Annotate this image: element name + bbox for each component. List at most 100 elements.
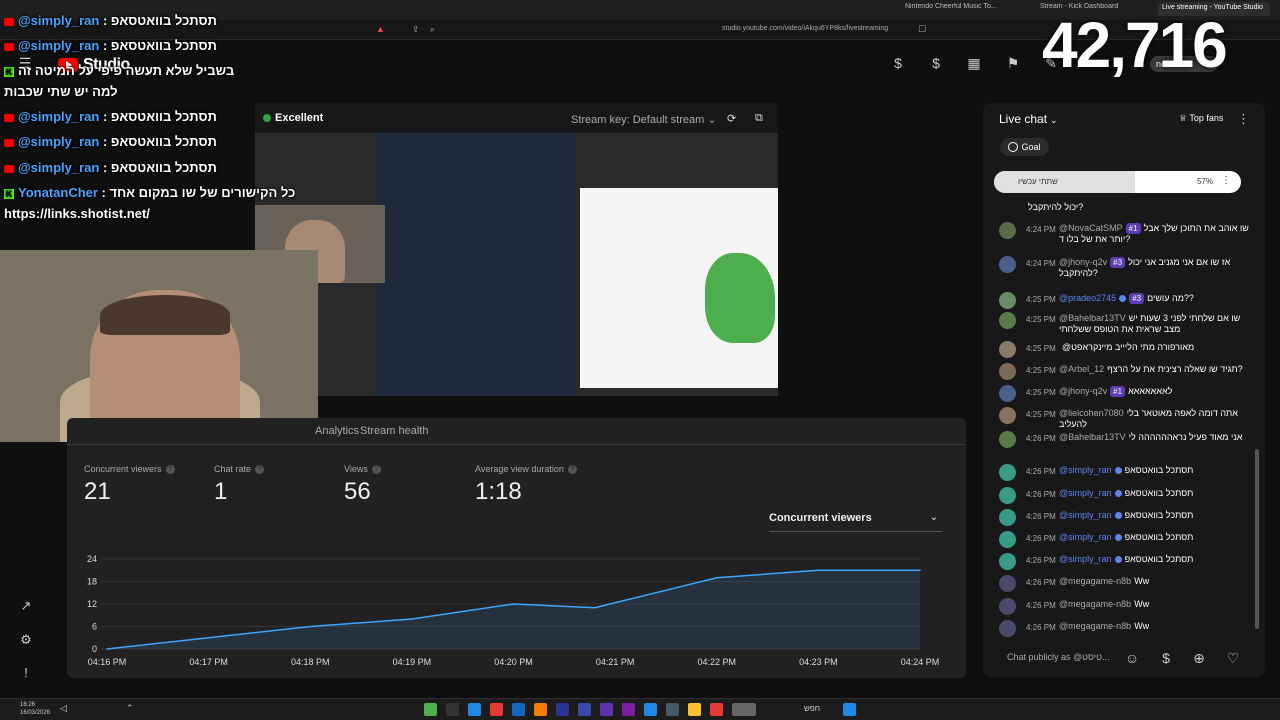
add-icon[interactable]: ⊕ <box>1190 649 1208 667</box>
more-options-icon[interactable]: ⋮ <box>1221 175 1231 186</box>
avatar[interactable] <box>999 487 1016 504</box>
taskbar-app-icon[interactable] <box>446 703 459 716</box>
avatar[interactable] <box>999 385 1016 402</box>
avatar[interactable] <box>999 256 1016 273</box>
chat-author[interactable]: @simply_ran <box>1059 488 1112 498</box>
browser-tab[interactable]: Nintendo Cheerful Music To... <box>905 3 1023 17</box>
goal-button[interactable]: Goal <box>1000 138 1049 156</box>
taskbar-app-icon[interactable] <box>468 703 481 716</box>
avatar[interactable] <box>999 363 1016 380</box>
avatar[interactable] <box>999 509 1016 526</box>
help-icon[interactable]: ? <box>371 464 381 474</box>
external-link-icon[interactable]: ↗ <box>17 597 35 615</box>
windows-start-icon[interactable] <box>843 703 856 716</box>
avatar[interactable] <box>999 292 1016 309</box>
taskbar-clock[interactable]: 16:26 16/03/2026 <box>20 701 50 717</box>
overlay-message: למה יש שתי שכבות <box>4 84 118 99</box>
chat-author[interactable]: @Bahelbar13TV <box>1059 313 1126 323</box>
x-tick-label: 04:21 PM <box>596 657 635 667</box>
taskbar-app-icon[interactable] <box>490 703 503 716</box>
taskbar-app-icon[interactable] <box>556 703 569 716</box>
refresh-icon[interactable]: ⟳ <box>727 112 736 125</box>
chat-author[interactable]: @simply_ran <box>1059 532 1112 542</box>
chat-author[interactable]: @simply_ran <box>1059 465 1112 475</box>
chat-message-body: @Arbel_12 תגיד שו שאלה רצינית את על הרצף? <box>1059 364 1249 375</box>
chat-author[interactable]: @jhony-q2v <box>1059 386 1107 396</box>
more-options-icon[interactable]: ⋮ <box>1237 111 1250 127</box>
chat-input[interactable]: Chat publicly as @טיסט... <box>1007 652 1110 662</box>
clock-date: 16/03/2026 <box>20 710 51 716</box>
avatar[interactable] <box>999 312 1016 329</box>
stream-key-select[interactable]: Stream key: Default stream ⌄ <box>571 113 717 126</box>
x-tick-label: 04:19 PM <box>393 657 432 667</box>
help-icon[interactable]: ? <box>255 464 265 474</box>
live-chat-mode-select[interactable]: Live chat ⌄ <box>999 112 1058 126</box>
metric-label: Chat rate <box>214 464 252 474</box>
volume-icon[interactable]: ◁ <box>60 703 67 714</box>
chat-author[interactable]: @simply_ran <box>1059 510 1112 520</box>
avatar[interactable] <box>999 553 1016 570</box>
chat-author[interactable]: @Arbel_12 <box>1059 364 1104 374</box>
avatar[interactable] <box>999 222 1016 239</box>
heart-icon[interactable]: ♡ <box>1224 649 1242 667</box>
chat-timestamp: 4:26 PM <box>1026 534 1056 543</box>
avatar[interactable] <box>999 620 1016 637</box>
taskbar-search[interactable]: חפש <box>804 704 820 713</box>
chat-author[interactable]: @jhony-q2v <box>1059 257 1107 267</box>
avatar[interactable] <box>999 407 1016 424</box>
taskbar-app-icon[interactable] <box>600 703 613 716</box>
chat-author[interactable]: @pradeo2745 <box>1059 293 1116 303</box>
goal-progress-bar[interactable]: שתתי עכשיו 57% ⋮ <box>994 171 1241 193</box>
super-chat-icon[interactable]: $ <box>1157 649 1175 667</box>
chat-author[interactable]: @simply_ran <box>1059 554 1112 564</box>
feedback-icon[interactable]: ! <box>17 664 35 682</box>
chat-author[interactable]: @megagame-n8b <box>1059 621 1131 631</box>
help-icon[interactable]: ? <box>165 464 175 474</box>
x-tick-label: 04:22 PM <box>697 657 736 667</box>
chat-author[interactable]: @lielcohen7080 <box>1059 408 1124 418</box>
share-icon[interactable]: ⇪ <box>412 24 420 35</box>
gear-icon[interactable]: ⚙ <box>17 631 35 649</box>
taskbar-app-icon[interactable] <box>512 703 525 716</box>
taskbar-app-icon[interactable] <box>688 703 701 716</box>
tab-stream-health[interactable]: Stream health <box>360 425 428 437</box>
taskbar-app-icon[interactable] <box>622 703 635 716</box>
chat-author[interactable]: @NovaCatSMP <box>1059 223 1123 233</box>
bookmark-icon[interactable]: ⚑ <box>1004 54 1022 72</box>
help-icon[interactable]: ? <box>567 464 577 474</box>
tab-analytics[interactable]: Analytics <box>315 425 359 437</box>
monetization-icon[interactable]: $ <box>889 54 907 72</box>
taskbar-app-icon[interactable] <box>666 703 679 716</box>
top-fans-button[interactable]: ♕ Top fans <box>1179 113 1223 124</box>
search-icon[interactable]: ⌕ <box>430 24 435 35</box>
avatar[interactable] <box>999 341 1016 358</box>
taskbar-app-icon[interactable] <box>732 703 756 716</box>
taskbar-app-icon[interactable] <box>710 703 723 716</box>
taskbar-app-icon[interactable] <box>644 703 657 716</box>
earn-icon[interactable]: $ <box>927 54 945 72</box>
copy-icon[interactable]: ⧉ <box>755 112 763 125</box>
youtube-icon <box>4 113 14 122</box>
webcam-main <box>0 250 318 442</box>
chat-author[interactable]: @megagame-n8b <box>1059 599 1131 609</box>
taskbar-app-icon[interactable] <box>424 703 437 716</box>
chat-author[interactable]: @megagame-n8b <box>1059 576 1131 586</box>
bookmark-icon[interactable]: ☐ <box>918 24 926 35</box>
url-field[interactable]: studio.youtube.com/video/iAkqu6YP8ks/liv… <box>722 25 888 32</box>
clapper-icon[interactable]: ▦ <box>965 54 983 72</box>
taskbar-app-icon[interactable] <box>534 703 547 716</box>
avatar[interactable] <box>999 575 1016 592</box>
chat-scrollbar[interactable] <box>1255 449 1259 629</box>
avatar[interactable] <box>999 598 1016 615</box>
avatar[interactable] <box>999 431 1016 448</box>
avatar[interactable] <box>999 464 1016 481</box>
avatar[interactable] <box>999 531 1016 548</box>
preview-toolbar: Excellent Stream key: Default stream ⌄ ⟳… <box>255 103 778 133</box>
brave-shield-icon[interactable]: ▲ <box>376 24 385 34</box>
emoji-icon[interactable]: ☺ <box>1123 649 1141 667</box>
chart-metric-select[interactable]: Concurrent viewers ⌄ <box>769 512 942 532</box>
taskbar-app-icon[interactable] <box>578 703 591 716</box>
chat-author[interactable]: @Bahelbar13TV <box>1059 432 1126 442</box>
chevron-up-icon[interactable]: ⌃ <box>126 703 134 714</box>
chat-message-list[interactable]: יכול להיתקבל? 4:24 PM @NovaCatSMP #1 שו אוה… <box>983 198 1253 638</box>
